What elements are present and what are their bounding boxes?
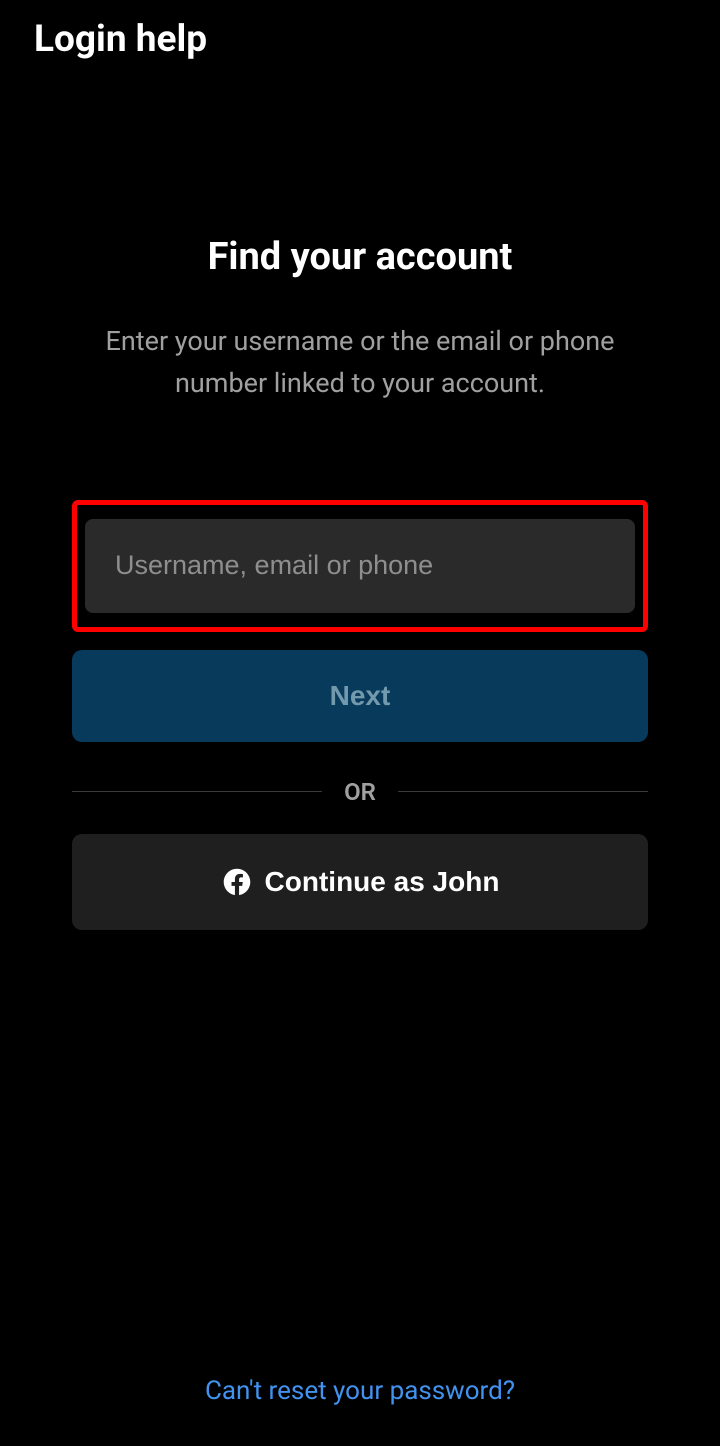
facebook-button-label: Continue as John <box>265 866 500 898</box>
cant-reset-password-link[interactable]: Can't reset your password? <box>205 1376 515 1406</box>
username-input[interactable] <box>85 519 635 613</box>
continue-with-facebook-button[interactable]: Continue as John <box>72 834 648 930</box>
footer: Can't reset your password? <box>0 1376 720 1406</box>
divider-line-right <box>398 791 648 792</box>
input-highlight-box <box>72 500 648 632</box>
facebook-icon <box>221 866 253 898</box>
header: Login help <box>0 0 720 79</box>
or-divider: OR <box>72 778 648 806</box>
divider-text: OR <box>322 778 398 806</box>
divider-line-left <box>72 791 322 792</box>
find-account-heading: Find your account <box>72 235 648 279</box>
next-button[interactable]: Next <box>72 650 648 742</box>
main-content: Find your account Enter your username or… <box>0 235 720 930</box>
page-title: Login help <box>34 18 686 61</box>
find-account-subheading: Enter your username or the email or phon… <box>72 321 648 405</box>
